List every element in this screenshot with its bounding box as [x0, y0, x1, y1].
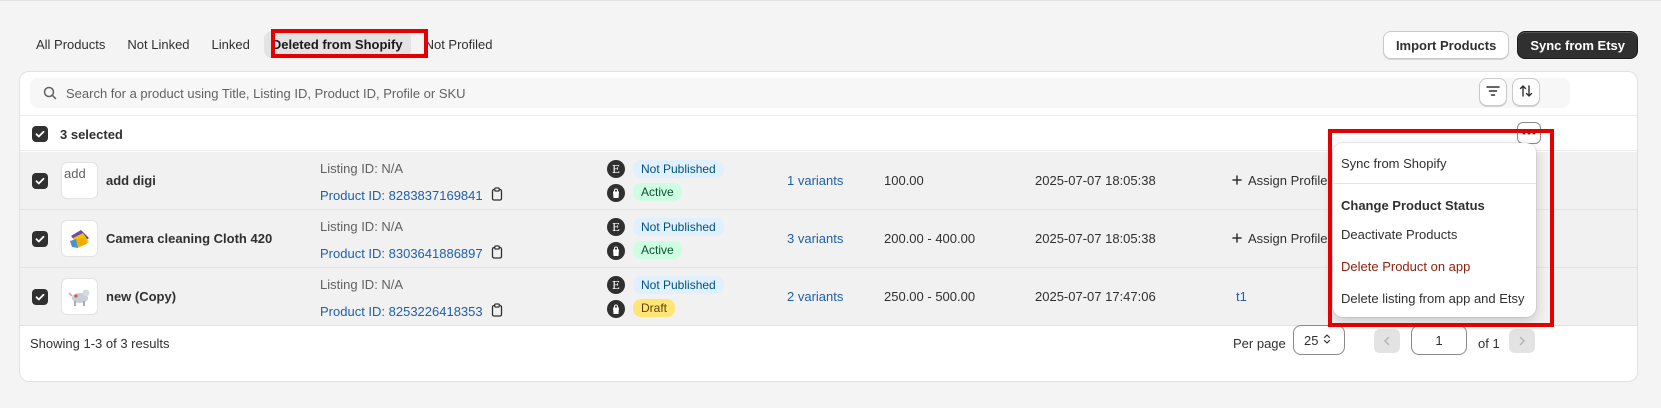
product-thumbnail	[61, 220, 98, 257]
product-id-link[interactable]: Product ID: 8283837169841	[320, 187, 503, 204]
assign-profile-button[interactable]: Assign Profile	[1232, 173, 1327, 188]
more-actions-button[interactable]	[1517, 122, 1541, 144]
toy-product-image	[67, 289, 89, 306]
variants-link[interactable]: 1 variants	[787, 173, 843, 188]
price-range: 250.00 - 500.00	[884, 289, 976, 304]
cloth-product-image	[69, 229, 89, 248]
search-icon	[42, 85, 58, 101]
assign-profile-label: Assign Profile	[1248, 231, 1328, 246]
search-field[interactable]	[30, 78, 1570, 108]
shopify-status-badge: Active	[633, 183, 682, 201]
check-icon	[35, 235, 45, 243]
chevron-right-icon	[1519, 336, 1526, 346]
menu-item-sync-from-shopify[interactable]: Sync from Shopify	[1341, 156, 1447, 171]
product-id-text: Product ID: 8253226418353	[320, 304, 483, 319]
page-total: of 1	[1478, 336, 1500, 351]
etsy-icon: E	[607, 218, 625, 236]
per-page-select[interactable]: 25	[1293, 325, 1345, 355]
search-bar	[20, 72, 1637, 116]
updated-date: 2025-07-07 17:47:06	[1035, 289, 1156, 304]
menu-item-delete-listing-from-app-and-etsy[interactable]: Delete listing from app and Etsy	[1341, 291, 1525, 306]
check-icon	[35, 177, 45, 185]
assign-profile-label: Assign Profile	[1248, 173, 1328, 188]
product-id-link[interactable]: Product ID: 8303641886897	[320, 245, 503, 262]
header-actions: Import Products Sync from Etsy	[1382, 31, 1638, 59]
etsy-icon: E	[607, 160, 625, 178]
tab-not-profiled[interactable]: Not Profiled	[417, 31, 501, 58]
results-summary: Showing 1-3 of 3 results	[30, 336, 170, 351]
page-number-input[interactable]: 1	[1411, 325, 1467, 355]
price-range: 200.00 - 400.00	[884, 231, 976, 246]
top-divider	[0, 0, 1661, 1]
menu-item-delete-product-on-app[interactable]: Delete Product on app	[1341, 259, 1470, 274]
copy-icon[interactable]	[491, 187, 503, 204]
price-range: 100.00	[884, 173, 924, 188]
variants-link[interactable]: 2 variants	[787, 289, 843, 304]
menu-divider	[1333, 183, 1536, 184]
etsy-icon: E	[607, 276, 625, 294]
previous-page-button[interactable]	[1374, 329, 1400, 353]
check-icon	[35, 130, 45, 138]
filter-button[interactable]	[1479, 78, 1507, 106]
updated-date: 2025-07-07 18:05:38	[1035, 173, 1156, 188]
tab-deleted-from-shopify[interactable]: Deleted from Shopify	[263, 31, 411, 58]
row-checkbox[interactable]	[32, 231, 48, 247]
menu-section-heading: Change Product Status	[1341, 198, 1485, 213]
sort-button[interactable]	[1512, 78, 1540, 106]
chevron-left-icon	[1383, 336, 1390, 346]
shopify-status-badge: Draft	[633, 299, 676, 317]
next-page-button[interactable]	[1509, 329, 1535, 353]
plus-icon	[1232, 231, 1242, 246]
tab-all-products[interactable]: All Products	[28, 31, 113, 58]
tab-linked[interactable]: Linked	[204, 31, 258, 58]
product-tabs: All Products Not Linked Linked Deleted f…	[28, 31, 501, 58]
product-title: Camera cleaning Cloth 420	[106, 231, 273, 246]
product-id-text: Product ID: 8303641886897	[320, 246, 483, 261]
listing-id: Listing ID: N/A	[320, 219, 404, 234]
plus-icon	[1232, 173, 1242, 188]
search-input[interactable]	[66, 85, 1466, 101]
listing-id: Listing ID: N/A	[320, 161, 404, 176]
product-thumbnail	[61, 278, 98, 315]
import-products-button[interactable]: Import Products	[1382, 31, 1510, 59]
check-icon	[35, 293, 45, 301]
per-page-label: Per page	[1233, 336, 1286, 351]
pagination-footer: Showing 1-3 of 3 results Per page 25 1 o…	[20, 320, 1637, 381]
filter-icon	[1485, 83, 1501, 102]
shopify-status-badge: Active	[633, 241, 682, 259]
product-id-text: Product ID: 8283837169841	[320, 188, 483, 203]
product-title: new (Copy)	[106, 289, 177, 304]
row-checkbox[interactable]	[32, 173, 48, 189]
copy-icon[interactable]	[491, 245, 503, 262]
menu-item-deactivate-products[interactable]: Deactivate Products	[1341, 227, 1457, 242]
etsy-status-badge: Not Published	[633, 276, 724, 294]
shopify-icon	[607, 300, 625, 318]
ellipsis-icon	[1522, 131, 1536, 135]
shopify-icon	[607, 184, 625, 202]
assign-profile-button[interactable]: Assign Profile	[1232, 231, 1327, 246]
per-page-value: 25	[1304, 332, 1319, 348]
product-thumbnail: add	[61, 162, 98, 199]
etsy-status-badge: Not Published	[633, 160, 724, 178]
select-arrows-icon	[1323, 333, 1331, 348]
variants-link[interactable]: 3 variants	[787, 231, 843, 246]
selected-count: 3 selected	[60, 127, 123, 142]
bulk-actions-menu: Sync from Shopify Change Product Status …	[1333, 143, 1536, 317]
product-id-link[interactable]: Product ID: 8253226418353	[320, 303, 503, 320]
product-title: add digi	[106, 173, 156, 188]
shopify-icon	[607, 242, 625, 260]
tab-not-linked[interactable]: Not Linked	[119, 31, 197, 58]
updated-date: 2025-07-07 18:05:38	[1035, 231, 1156, 246]
copy-icon[interactable]	[491, 303, 503, 320]
select-all-checkbox[interactable]	[32, 126, 48, 142]
profile-link[interactable]: t1	[1236, 289, 1247, 304]
broken-image-alt: add	[64, 166, 86, 181]
sync-from-etsy-button[interactable]: Sync from Etsy	[1517, 31, 1638, 59]
listing-id: Listing ID: N/A	[320, 277, 404, 292]
sort-icon	[1518, 83, 1534, 102]
etsy-status-badge: Not Published	[633, 218, 724, 236]
row-checkbox[interactable]	[32, 289, 48, 305]
